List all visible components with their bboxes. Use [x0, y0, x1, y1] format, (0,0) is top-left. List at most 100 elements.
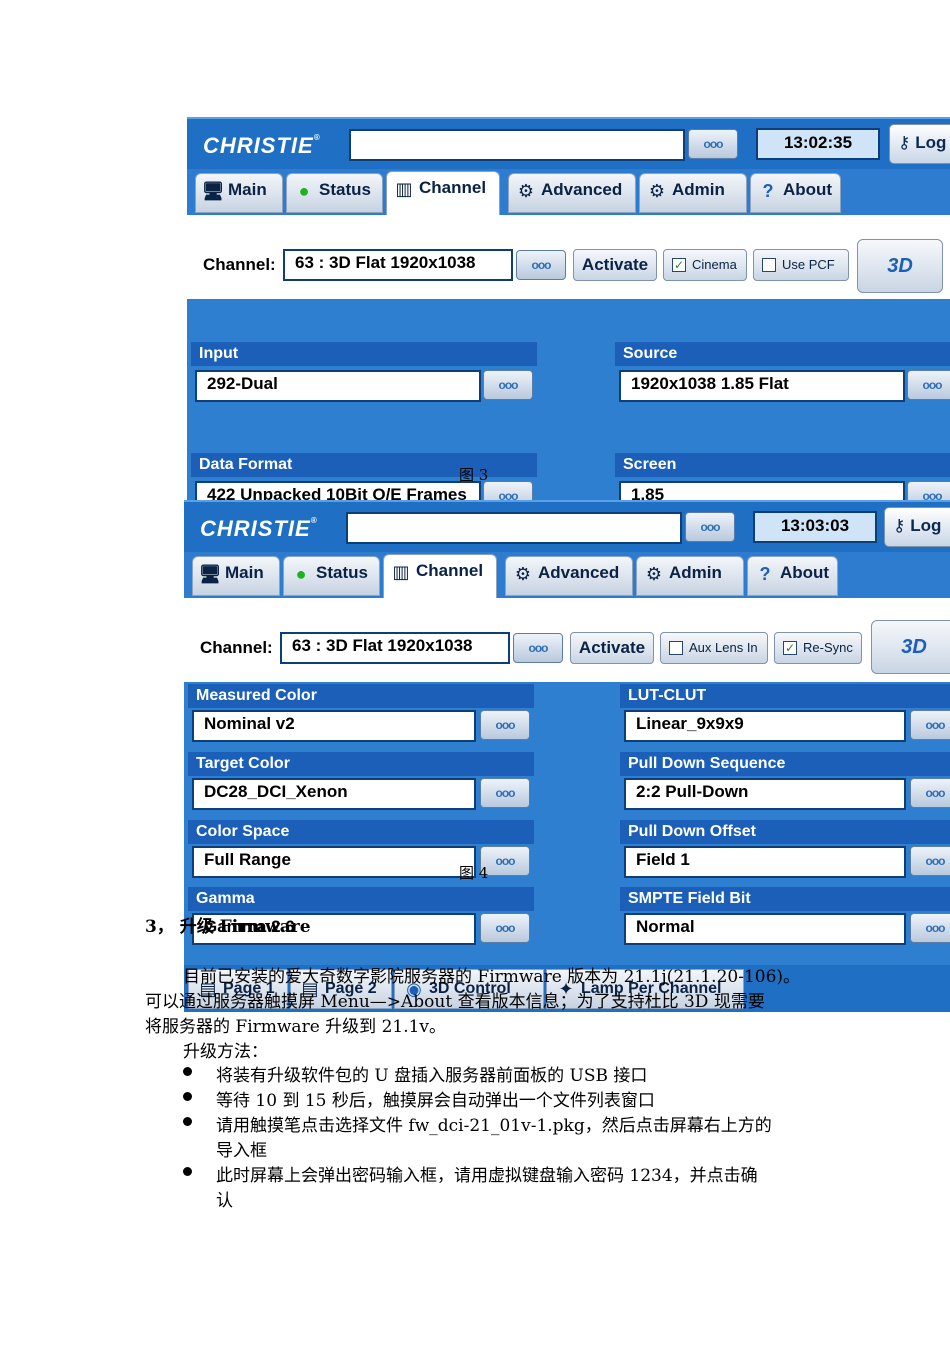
monitor-icon: 🖥 [198, 563, 222, 584]
measured-color-more-button[interactable]: ooo [480, 710, 530, 740]
group-title: Color Space [188, 820, 534, 844]
group-title: SMPTE Field Bit [620, 887, 950, 911]
channel-field[interactable]: 63 : 3D Flat 1920x1038 [283, 249, 513, 281]
bullet-item-3-continued: 导入框 [216, 1141, 267, 1161]
message-field[interactable] [346, 512, 682, 544]
pull-down-sequence-field[interactable]: 2:2 Pull-Down [624, 778, 906, 810]
checkmark-icon: ✓ [783, 640, 797, 655]
pull-down-offset-group: Pull Down Offset Field 1 ooo [620, 820, 950, 882]
message-more-button[interactable]: ooo [685, 512, 735, 542]
green-light-icon: ● [295, 563, 307, 584]
christie-logo: CHRISTIE® [203, 133, 321, 158]
tab-about[interactable]: ? About [747, 556, 838, 596]
smpte-field-bit-field[interactable]: Normal [624, 913, 906, 945]
pull-down-offset-field[interactable]: Field 1 [624, 846, 906, 878]
source-group: Source 1920x1038 1.85 Flat ooo [615, 342, 950, 404]
channel-label: Channel: [203, 255, 276, 274]
channel-panel: Channel: 63 : 3D Flat 1920x1038 ooo Acti… [184, 598, 950, 682]
clock: 13:02:35 [756, 128, 880, 160]
tab-status[interactable]: ● Status [286, 173, 383, 213]
target-color-field[interactable]: DC28_DCI_Xenon [192, 778, 476, 810]
group-title: Input [191, 342, 537, 366]
tab-advanced[interactable]: ⚙ Advanced [505, 556, 633, 596]
key-icon: ⚷ [898, 133, 911, 152]
lut-clut-group: LUT-CLUT Linear_9x9x9 ooo [620, 684, 950, 746]
checkmark-icon: ✓ [672, 257, 686, 272]
tab-channel[interactable]: ▥ Channel [383, 554, 497, 600]
gamma-more-button[interactable]: ooo [480, 913, 530, 943]
tab-status[interactable]: ● Status [283, 556, 380, 596]
checkbox-box [762, 257, 776, 272]
pull-down-offset-more-button[interactable]: ooo [910, 846, 950, 876]
tab-advanced[interactable]: ⚙ Advanced [508, 173, 636, 213]
input-group: Input 292-Dual ooo [191, 342, 537, 404]
pull-down-sequence-more-button[interactable]: ooo [910, 778, 950, 808]
cinema-checkbox[interactable]: ✓ Cinema [663, 249, 747, 281]
channel-field[interactable]: 63 : 3D Flat 1920x1038 [280, 632, 510, 664]
channel-more-button[interactable]: ooo [516, 250, 566, 280]
group-title: Gamma [188, 887, 534, 911]
color-space-field[interactable]: Full Range [192, 846, 476, 878]
target-color-group: Target Color DC28_DCI_Xenon ooo [188, 752, 534, 814]
bullet-icon [183, 1117, 192, 1126]
channel-more-button[interactable]: ooo [513, 633, 563, 663]
bullet-item-1: 将装有升级软件包的 U 盘插入服务器前面板的 USB 接口 [216, 1066, 648, 1086]
figure-caption-3: 图 3 [459, 466, 489, 484]
clock: 13:03:03 [753, 511, 877, 543]
bullet-item-2: 等待 10 到 15 秒后，触摸屏会自动弹出一个文件列表窗口 [216, 1091, 655, 1111]
measured-color-group: Measured Color Nominal v2 ooo [188, 684, 534, 746]
3d-button[interactable]: 3D [857, 239, 943, 293]
bullet-item-4-continued: 认 [216, 1191, 233, 1211]
source-more-button[interactable]: ooo [907, 370, 950, 400]
measured-color-field[interactable]: Nominal v2 [192, 710, 476, 742]
tab-channel[interactable]: ▥ Channel [386, 171, 500, 217]
film-3d-icon: 3D [887, 255, 913, 277]
use-pcf-checkbox[interactable]: Use PCF [753, 249, 849, 281]
screen-group: Screen 1.85 ooo [615, 453, 950, 500]
target-color-more-button[interactable]: ooo [480, 778, 530, 808]
message-field[interactable] [349, 129, 685, 161]
input-more-button[interactable]: ooo [483, 370, 533, 400]
advanced-icon: ⚙ [514, 563, 532, 584]
lut-clut-more-button[interactable]: ooo [910, 710, 950, 740]
group-title: Pull Down Sequence [620, 752, 950, 776]
bullet-item-4: 此时屏幕上会弹出密码输入框，请用虚拟键盘输入密码 1234，并点击确 [216, 1166, 758, 1186]
bullet-item-3: 请用触摸笔点击选择文件 fw_dci-21_01v-1.pkg，然后点击屏幕右上… [216, 1116, 772, 1136]
channel-icon: ▥ [395, 178, 413, 199]
question-icon: ? [762, 180, 774, 201]
input-field[interactable]: 292-Dual [195, 370, 481, 402]
tab-about[interactable]: ? About [750, 173, 841, 213]
group-title: Screen [615, 453, 950, 477]
tab-main[interactable]: 🖥 Main [195, 173, 283, 213]
bullet-icon [183, 1167, 192, 1176]
data-format-field[interactable]: 422 Unpacked 10Bit O/E Frames [195, 481, 481, 500]
screen-field[interactable]: 1.85 [619, 481, 905, 500]
screenshot-channel-input: CHRISTIE® ooo 13:02:35 ⚷ Log 🖥 Main ● Stat… [187, 117, 950, 500]
message-more-button[interactable]: ooo [688, 129, 738, 159]
data-format-more-button[interactable]: ooo [483, 481, 533, 500]
paragraph-line-1: 目前已安装的爱大奇数字影院服务器的 Firmware 版本为 21.1j(21.… [183, 967, 801, 987]
top-bar: CHRISTIE® ooo 13:03:03 ⚷ Log [184, 500, 950, 554]
activate-button[interactable]: Activate [570, 632, 654, 664]
question-icon: ? [759, 563, 771, 584]
screen-more-button[interactable]: ooo [907, 481, 950, 500]
smpte-field-bit-more-button[interactable]: ooo [910, 913, 950, 943]
source-field[interactable]: 1920x1038 1.85 Flat [619, 370, 905, 402]
aux-lens-in-checkbox[interactable]: Aux Lens In [660, 632, 768, 664]
pull-down-sequence-group: Pull Down Sequence 2:2 Pull-Down ooo [620, 752, 950, 814]
gears-icon: ⚙ [648, 180, 666, 201]
tab-admin[interactable]: ⚙ Admin [639, 173, 747, 213]
login-button[interactable]: ⚷ Log [884, 507, 950, 547]
login-button[interactable]: ⚷ Log [889, 124, 950, 164]
checkbox-box [669, 640, 683, 655]
lut-clut-field[interactable]: Linear_9x9x9 [624, 710, 906, 742]
channel-panel: Channel: 63 : 3D Flat 1920x1038 ooo Acti… [187, 215, 950, 299]
group-title: Measured Color [188, 684, 534, 708]
3d-button[interactable]: 3D [871, 620, 950, 674]
activate-button[interactable]: Activate [573, 249, 657, 281]
tab-admin[interactable]: ⚙ Admin [636, 556, 744, 596]
paragraph-line-2: 可以通过服务器触摸屏 Menu—>About 查看版本信息；为了支持杜比 3D … [145, 992, 765, 1012]
tab-main[interactable]: 🖥 Main [192, 556, 280, 596]
green-light-icon: ● [298, 180, 310, 201]
re-sync-checkbox[interactable]: ✓ Re-Sync [774, 632, 862, 664]
